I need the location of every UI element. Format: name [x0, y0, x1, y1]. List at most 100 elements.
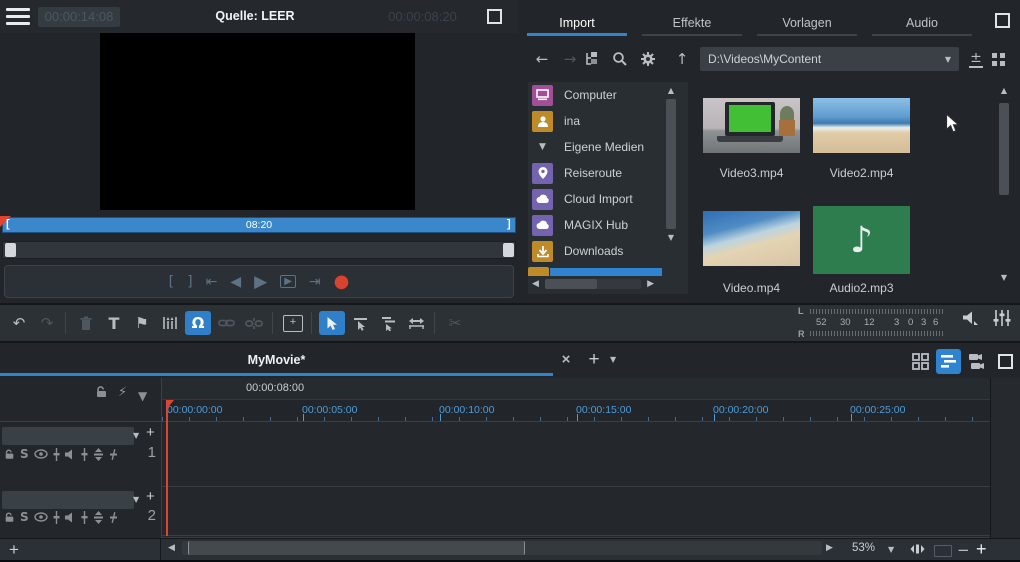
audio-note-icon[interactable]: ♪	[813, 206, 910, 274]
tree-horizontal-scrollbar[interactable]: ◀ ▶	[528, 277, 658, 291]
video-preview[interactable]	[100, 33, 415, 210]
scroll-up-icon[interactable]: ▲	[664, 86, 678, 95]
timeline-scroll-left-icon[interactable]: ◀	[168, 543, 175, 553]
track-options-dropdown-icon[interactable]: ▼	[138, 389, 147, 403]
zoom-fit-project-icon[interactable]	[934, 545, 952, 557]
split-scissors-icon[interactable]: ✂	[442, 311, 468, 335]
previous-frame-button[interactable]: ◀	[230, 274, 241, 290]
project-list-dropdown-icon[interactable]: ▼	[610, 355, 616, 364]
track1-name-input[interactable]	[2, 427, 134, 445]
import-export-icon[interactable]: ±	[969, 50, 983, 68]
beat-marker-icon[interactable]	[157, 311, 183, 335]
track2-name-input[interactable]	[2, 491, 134, 509]
track1-add-icon[interactable]: +	[146, 424, 155, 441]
files-vertical-scrollbar[interactable]: ▲ ▼	[998, 86, 1010, 296]
timeline-hscrollbar[interactable]	[182, 541, 822, 555]
tab-effekte[interactable]: Effekte	[637, 16, 747, 36]
file-video2[interactable]: Video2.mp4	[813, 98, 910, 180]
track2-transition-fader-icon[interactable]	[109, 512, 118, 523]
search-icon[interactable]	[612, 51, 640, 67]
video3-thumbnail[interactable]	[703, 98, 800, 153]
view-options-grid-icon[interactable]	[991, 52, 1019, 67]
up-level-icon[interactable]: ↑	[668, 50, 696, 68]
forward-icon[interactable]: →	[556, 50, 584, 68]
track2-video-fader-icon[interactable]	[53, 511, 60, 524]
track1-dropdown-icon[interactable]: ▼	[133, 431, 139, 440]
play-button[interactable]: ▶	[254, 272, 267, 292]
zoom-dropdown-icon[interactable]: ▼	[888, 545, 894, 554]
tab-import[interactable]: Import	[522, 16, 632, 36]
track1-audio-fader-icon[interactable]	[81, 448, 88, 461]
file-video[interactable]: Video.mp4	[703, 211, 800, 295]
delete-trash-icon[interactable]	[73, 311, 99, 335]
scroll-down-icon[interactable]: ▼	[664, 233, 678, 242]
scroll-down-icon[interactable]: ▼	[998, 273, 1010, 282]
zoom-in-icon[interactable]: +	[976, 539, 987, 560]
storyboard-view-icon[interactable]	[908, 349, 933, 374]
main-menu-icon[interactable]	[6, 8, 30, 25]
lock-all-icon[interactable]	[95, 386, 108, 398]
marker-flag-icon[interactable]: ⚑	[129, 311, 155, 335]
title-text-icon[interactable]: T	[101, 311, 127, 335]
track1-lane[interactable]	[162, 422, 990, 487]
mouse-mode-all-tracks-icon[interactable]	[375, 311, 401, 335]
track2-visibility-eye-icon[interactable]	[34, 512, 48, 522]
stretch-mode-icon[interactable]	[403, 311, 429, 335]
set-in-point-button[interactable]: [	[169, 274, 174, 290]
record-button[interactable]: ●	[334, 277, 350, 287]
tree-vertical-scrollbar[interactable]: ▲ ▼	[664, 86, 678, 268]
preview-maximize-button[interactable]	[487, 9, 502, 24]
tab-mymovie[interactable]: MyMovie*	[0, 345, 553, 376]
tree-view-icon[interactable]	[584, 51, 612, 67]
zoom-fit-object-icon[interactable]	[910, 543, 925, 555]
scrub-handle-left[interactable]	[5, 243, 16, 257]
file-video3[interactable]: Video3.mp4	[703, 98, 800, 180]
preview-range-bar[interactable]: 08:20	[2, 217, 516, 233]
expanded-node-icon[interactable]: ▼	[532, 142, 553, 152]
close-project-icon[interactable]: ×	[556, 351, 576, 368]
speaker-icon[interactable]	[962, 311, 980, 326]
track2-add-icon[interactable]: +	[146, 488, 155, 505]
track2-lane[interactable]	[162, 487, 990, 536]
timeline-maximize-button[interactable]	[998, 354, 1013, 369]
multicam-view-icon[interactable]	[964, 349, 989, 374]
play-range-button[interactable]: ▶	[280, 275, 296, 288]
track1-solo-button[interactable]: S	[20, 447, 29, 461]
undo-icon[interactable]: ↶	[6, 311, 32, 335]
playhead-line[interactable]	[166, 400, 168, 536]
timeline-scroll-right-icon[interactable]: ▶	[826, 543, 833, 553]
add-project-icon[interactable]: +	[583, 349, 605, 371]
track2-audio-fader-icon[interactable]	[81, 511, 88, 524]
set-out-point-button[interactable]: ]	[187, 274, 192, 290]
jump-to-start-button[interactable]: ⇤	[206, 274, 218, 290]
tab-vorlagen[interactable]: Vorlagen	[752, 16, 862, 36]
track1-video-fader-icon[interactable]	[53, 448, 60, 461]
zoom-out-icon[interactable]: −	[957, 541, 970, 559]
track1-curve-fader-icon[interactable]	[93, 448, 104, 461]
settings-gear-icon[interactable]	[640, 51, 668, 67]
track2-solo-button[interactable]: S	[20, 510, 29, 524]
jump-to-end-button[interactable]: ⇥	[309, 274, 321, 290]
video-thumbnail[interactable]	[703, 211, 800, 266]
effects-bolt-icon[interactable]: ⚡	[118, 385, 127, 400]
mixer-icon[interactable]	[993, 310, 1011, 326]
scroll-left-icon[interactable]: ◀	[532, 279, 539, 289]
timeline-view-icon[interactable]	[936, 349, 961, 374]
mouse-mode-standard-icon[interactable]	[319, 311, 345, 335]
snap-magnet-icon[interactable]: Ω	[185, 311, 211, 335]
track2-lock-icon[interactable]	[4, 512, 15, 523]
mouse-mode-single-icon[interactable]	[347, 311, 373, 335]
back-icon[interactable]: ←	[528, 50, 556, 68]
scroll-up-icon[interactable]: ▲	[998, 86, 1010, 95]
redo-icon[interactable]: ↷	[34, 311, 60, 335]
track2-curve-fader-icon[interactable]	[93, 511, 104, 524]
file-audio2[interactable]: ♪ Audio2.mp3	[813, 206, 910, 295]
group-link-icon[interactable]	[213, 311, 239, 335]
track1-lock-icon[interactable]	[4, 449, 15, 460]
timeline-ruler[interactable]: 00:00:00:00 00:00:05:00 00:00:10:00 00:0…	[162, 400, 990, 422]
path-dropdown[interactable]: D:\Videos\MyContent ▼	[700, 47, 959, 71]
tab-audio[interactable]: Audio	[867, 16, 977, 36]
optimize-view-icon[interactable]: +	[280, 311, 306, 335]
scrub-handle-right[interactable]	[503, 243, 514, 257]
preview-scrollbar[interactable]	[2, 241, 516, 259]
